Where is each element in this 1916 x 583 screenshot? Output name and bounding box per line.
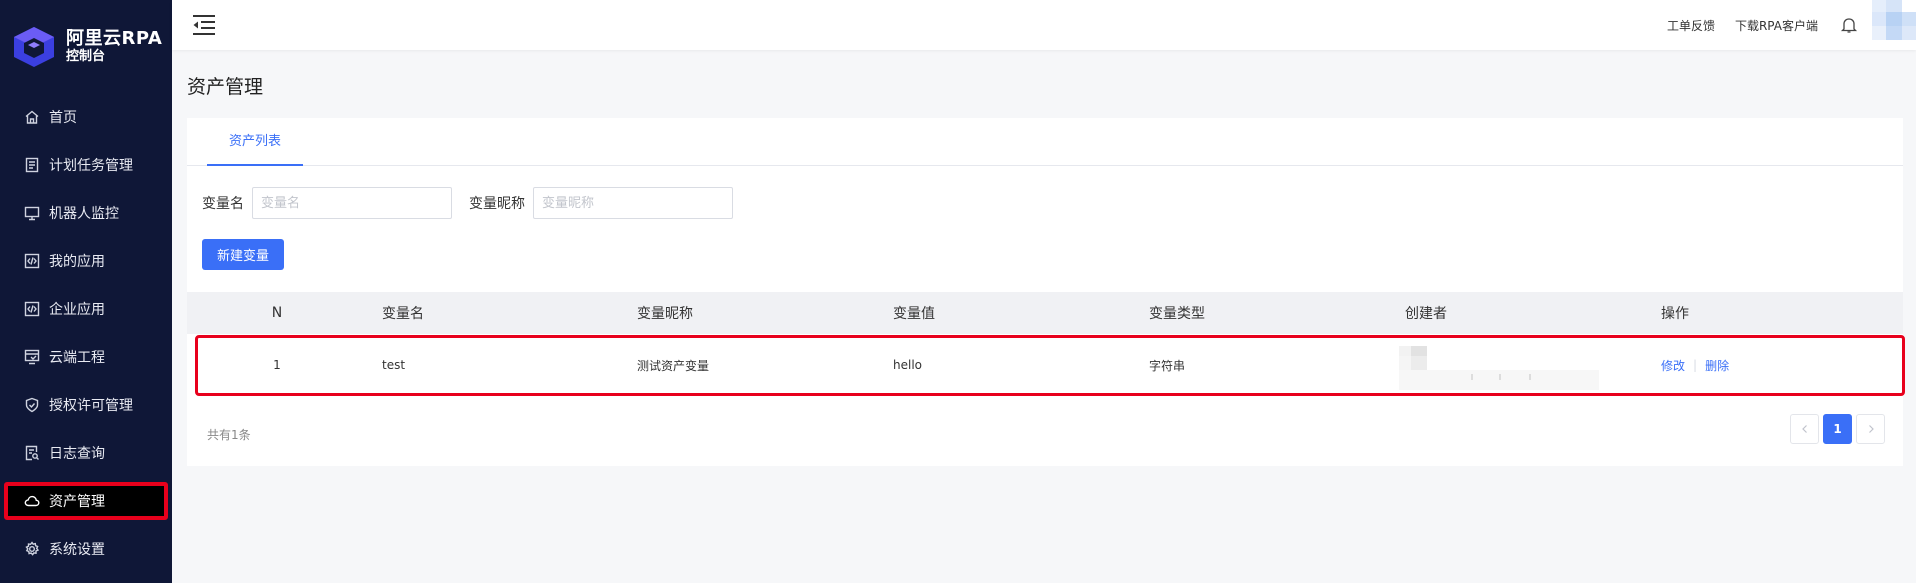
- ticket-feedback-link[interactable]: 工单反馈: [1667, 17, 1715, 34]
- sidebar-item-enterprise-apps[interactable]: 企业应用: [0, 285, 172, 333]
- cell-var-nick: 测试资产变量: [637, 358, 710, 373]
- new-variable-button[interactable]: 新建变量: [202, 239, 284, 270]
- cell-actions: 修改 | 删除: [1661, 334, 1729, 396]
- column-header-n: N: [271, 305, 283, 321]
- column-header-var-name: 变量名: [382, 306, 424, 322]
- table-row: 1 test 测试资产变量 hello 字符串 修改 | 删除: [187, 334, 1903, 396]
- sidebar-item-label: 机器人监控: [49, 206, 119, 222]
- sidebar-item-license[interactable]: 授权许可管理: [0, 381, 172, 429]
- home-icon: [24, 109, 40, 125]
- var-name-input[interactable]: [252, 187, 452, 219]
- cell-var-value: hello: [893, 358, 922, 372]
- column-header-var-type: 变量类型: [1149, 306, 1205, 322]
- total-count: 共有1条: [207, 428, 251, 442]
- sidebar-item-cloud-projects[interactable]: 云端工程: [0, 333, 172, 381]
- column-header-creator: 创建者: [1405, 306, 1447, 322]
- code-icon: [24, 253, 40, 269]
- next-page-button[interactable]: [1856, 414, 1885, 444]
- sidebar-item-scheduled-tasks[interactable]: 计划任务管理: [0, 141, 172, 189]
- table-header: N 变量名 变量昵称 变量值 变量类型 创建者 操作: [187, 292, 1903, 334]
- creator-redacted: [1399, 346, 1599, 390]
- chevron-right-icon: [1868, 425, 1874, 433]
- page-button-current[interactable]: 1: [1823, 414, 1852, 444]
- filter-var-name: 变量名: [202, 187, 452, 219]
- filter-var-nick: 变量昵称: [469, 187, 733, 219]
- pagination: 1: [1790, 414, 1885, 444]
- sidebar-item-asset-management[interactable]: 资产管理: [0, 477, 172, 525]
- code-icon: [24, 301, 40, 317]
- sidebar-item-label: 云端工程: [49, 350, 105, 366]
- delete-link[interactable]: 删除: [1705, 357, 1729, 374]
- brand-logo-icon: [14, 27, 54, 67]
- action-separator: |: [1693, 358, 1698, 372]
- var-nick-label: 变量昵称: [469, 196, 525, 212]
- shield-icon: [24, 397, 40, 413]
- sidebar-item-label: 我的应用: [49, 254, 105, 270]
- tab-bar: 资产列表: [187, 118, 1903, 166]
- download-client-link[interactable]: 下载RPA客户端: [1735, 17, 1818, 34]
- sidebar-item-my-apps[interactable]: 我的应用: [0, 237, 172, 285]
- sidebar-item-label: 系统设置: [49, 542, 105, 558]
- column-header-var-nick: 变量昵称: [637, 306, 693, 322]
- brand-logo[interactable]: 阿里云RPA 控制台: [10, 22, 162, 72]
- cell-var-name: test: [382, 358, 406, 372]
- prev-page-button[interactable]: [1790, 414, 1819, 444]
- log-search-icon: [24, 445, 40, 461]
- sidebar-item-robot-monitor[interactable]: 机器人监控: [0, 189, 172, 237]
- sidebar-nav: 首页 计划任务管理 机器人监控 我的应用 企业应用 云端工程 授权许可管理 日志…: [0, 93, 172, 573]
- sidebar-item-label: 授权许可管理: [49, 398, 133, 414]
- brand-subtitle: 控制台: [66, 48, 106, 64]
- cloud-project-icon: [24, 349, 40, 365]
- edit-link[interactable]: 修改: [1661, 357, 1685, 374]
- cloud-icon: [24, 493, 40, 509]
- var-nick-input[interactable]: [533, 187, 733, 219]
- tab-asset-list[interactable]: 资产列表: [207, 118, 303, 166]
- cell-var-type: 字符串: [1149, 358, 1186, 373]
- var-name-label: 变量名: [202, 196, 244, 212]
- monitor-icon: [24, 205, 40, 221]
- sidebar-item-label: 企业应用: [49, 302, 105, 318]
- cell-n: 1: [273, 358, 281, 372]
- sidebar-item-label: 资产管理: [49, 494, 105, 510]
- sidebar-item-label: 计划任务管理: [49, 158, 133, 174]
- top-header: 工单反馈 下载RPA客户端: [172, 0, 1916, 50]
- sidebar: 阿里云RPA 控制台 首页 计划任务管理 机器人监控 我的应用 企业应用 云端工…: [0, 0, 172, 583]
- menu-fold-icon[interactable]: [192, 14, 216, 36]
- bell-icon[interactable]: [1840, 16, 1858, 34]
- sidebar-item-home[interactable]: 首页: [0, 93, 172, 141]
- sidebar-item-log-query[interactable]: 日志查询: [0, 429, 172, 477]
- page-title: 资产管理: [187, 76, 264, 98]
- chevron-left-icon: [1801, 425, 1807, 433]
- sidebar-item-system-settings[interactable]: 系统设置: [0, 525, 172, 573]
- sidebar-item-label: 首页: [49, 110, 77, 126]
- avatar[interactable]: [1872, 0, 1916, 50]
- asset-card: 资产列表 变量名 变量昵称 新建变量 N 变量名 变量昵称 变量值 变量类型 创…: [187, 118, 1905, 466]
- sidebar-item-label: 日志查询: [49, 446, 105, 462]
- column-header-var-value: 变量值: [893, 306, 935, 322]
- list-icon: [24, 157, 40, 173]
- column-header-actions: 操作: [1661, 306, 1689, 322]
- gear-icon: [24, 541, 40, 557]
- brand-title: 阿里云RPA: [66, 28, 163, 50]
